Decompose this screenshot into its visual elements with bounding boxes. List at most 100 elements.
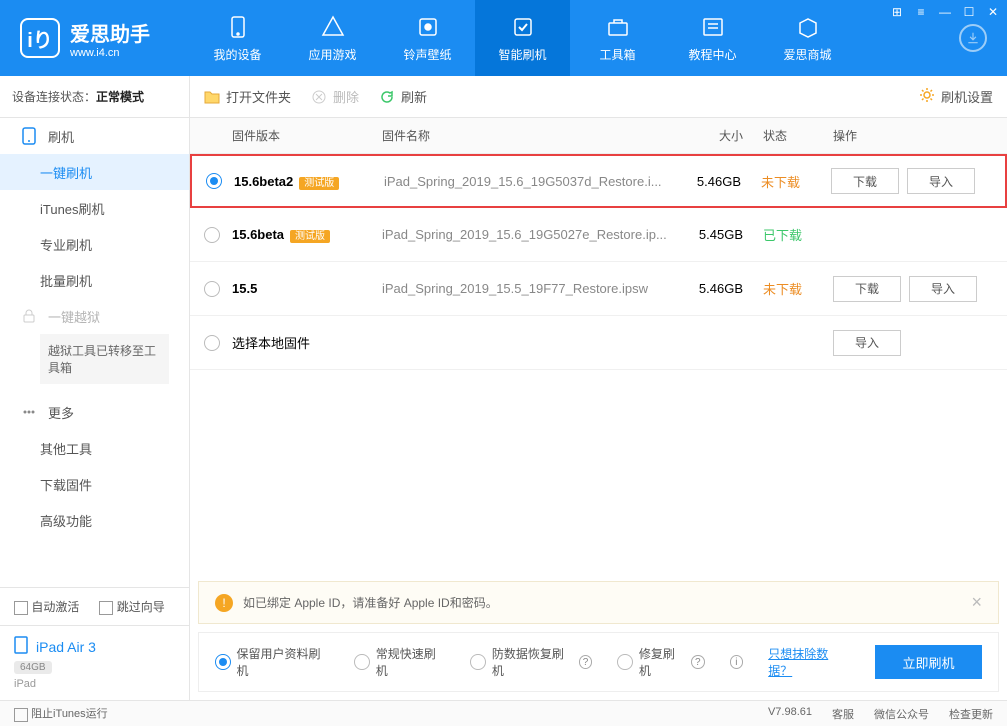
close-button[interactable]: ✕ [985,4,1001,20]
skip-guide-checkbox[interactable]: 跳过向导 [99,598,164,615]
delete-button: 删除 [311,87,359,106]
flash-option-2[interactable]: 防数据恢复刷机? [470,645,592,679]
sidebar-item-1[interactable]: iTunes刷机 [0,190,189,226]
import-button[interactable]: 导入 [833,330,901,356]
nav-tab-2[interactable]: 铃声壁纸 [380,0,475,76]
app-subtitle: www.i4.cn [70,47,150,59]
flash-options: 保留用户资料刷机常规快速刷机防数据恢复刷机? 修复刷机? i 只想抹除数据？ 立即… [198,632,999,692]
sidebar-group-flash[interactable]: 刷机 [0,118,189,154]
maximize-button[interactable]: ☐ [961,4,977,20]
device-name: iPad Air 3 [36,639,96,655]
window-controls: ⊞ ≡ — ☐ ✕ [889,4,1001,20]
firmware-list: 15.6beta2测试版 iPad_Spring_2019_15.6_19G50… [190,154,1007,573]
local-firmware-row[interactable]: 选择本地固件 导入 [190,316,1007,370]
row-radio[interactable] [204,227,220,243]
info-icon[interactable]: ? [691,655,705,669]
nav-tab-4[interactable]: 工具箱 [570,0,665,76]
firmware-name: iPad_Spring_2019_15.6_19G5027e_Restore.i… [382,227,683,242]
list-icon[interactable]: ≡ [913,4,929,20]
tablet-icon [14,636,28,657]
options-row: 自动激活 跳过向导 [0,588,189,625]
firmware-name: iPad_Spring_2019_15.5_19F77_Restore.ipsw [382,281,683,296]
row-radio[interactable] [204,281,220,297]
nav-icon-6 [794,13,822,41]
refresh-button[interactable]: 刷新 [379,87,427,106]
flash-option-3[interactable]: 修复刷机? [617,645,704,679]
firmware-name: iPad_Spring_2019_15.6_19G5037d_Restore.i… [384,174,681,189]
erase-data-link[interactable]: 只想抹除数据？ [768,645,850,679]
sidebar-more-1[interactable]: 下载固件 [0,466,189,502]
stop-itunes-checkbox[interactable]: 阻止iTunes运行 [14,705,108,721]
menu-icon[interactable]: ⊞ [889,4,905,20]
nav-tab-1[interactable]: 应用游戏 [285,0,380,76]
delete-icon [311,89,327,105]
firmware-status: 已下载 [763,225,833,244]
col-version: 固件版本 [232,127,382,144]
info-icon[interactable]: ? [579,655,593,669]
col-size: 大小 [683,127,763,144]
row-radio[interactable] [206,173,222,189]
col-name: 固件名称 [382,127,683,144]
flash-option-0[interactable]: 保留用户资料刷机 [215,645,329,679]
firmware-row[interactable]: 15.5 iPad_Spring_2019_15.5_19F77_Restore… [190,262,1007,316]
lock-icon [20,307,38,325]
nav-tab-5[interactable]: 教程中心 [665,0,760,76]
sidebar-group-jailbreak: 一键越狱 [0,298,189,334]
sidebar-item-2[interactable]: 专业刷机 [0,226,189,262]
folder-icon [204,89,220,105]
more-icon [20,403,38,421]
firmware-status: 未下载 [761,172,831,191]
open-folder-button[interactable]: 打开文件夹 [204,87,291,106]
app-title: 爱思助手 [70,18,150,47]
sidebar-item-0[interactable]: 一键刷机 [0,154,189,190]
import-button[interactable]: 导入 [909,276,977,302]
download-button[interactable]: 下载 [831,168,899,194]
refresh-icon [379,89,395,105]
minimize-button[interactable]: — [937,4,953,20]
nav-tabs: 我的设备应用游戏铃声壁纸智能刷机工具箱教程中心爱思商城 [190,0,959,76]
import-button[interactable]: 导入 [907,168,975,194]
nav-tab-3[interactable]: 智能刷机 [475,0,570,76]
version-label: V7.98.61 [768,706,812,722]
check-update-link[interactable]: 检查更新 [949,706,993,722]
firmware-size: 5.46GB [683,281,763,296]
notice-bar: ! 如已绑定 Apple ID，请准备好 Apple ID和密码。 × [198,581,999,624]
nav-icon-3 [509,13,537,41]
download-button[interactable] [959,24,987,52]
flash-option-1[interactable]: 常规快速刷机 [354,645,445,679]
toolbar: 打开文件夹 删除 刷新 刷机设置 [190,76,1007,118]
sidebar-item-3[interactable]: 批量刷机 [0,262,189,298]
nav-icon-0 [224,13,252,41]
auto-activate-checkbox[interactable]: 自动激活 [14,598,79,615]
download-button[interactable]: 下载 [833,276,901,302]
support-link[interactable]: 客服 [832,706,854,722]
flash-now-button[interactable]: 立即刷机 [875,645,982,679]
firmware-size: 5.46GB [681,174,761,189]
wechat-link[interactable]: 微信公众号 [874,706,929,722]
firmware-row[interactable]: 15.6beta测试版 iPad_Spring_2019_15.6_19G502… [190,208,1007,262]
firmware-size: 5.45GB [683,227,763,242]
notice-close-button[interactable]: × [971,592,982,613]
app-logo: iり 爱思助手 www.i4.cn [0,18,190,59]
sidebar-group-more[interactable]: 更多 [0,394,189,430]
row-radio[interactable] [204,335,220,351]
warning-icon: ! [215,594,233,612]
sidebar-more-0[interactable]: 其他工具 [0,430,189,466]
gear-icon [919,87,935,106]
nav-tab-0[interactable]: 我的设备 [190,0,285,76]
sidebar-more-2[interactable]: 高级功能 [0,502,189,538]
nav-tab-6[interactable]: 爱思商城 [760,0,855,76]
device-status: 设备连接状态：正常模式 [0,76,189,118]
logo-icon: iり [20,18,60,58]
table-header: 固件版本 固件名称 大小 状态 操作 [190,118,1007,154]
device-info: iPad Air 3 64GB iPad [0,625,189,700]
firmware-status: 未下载 [763,279,833,298]
storage-badge: 64GB [14,661,52,674]
flash-settings-button[interactable]: 刷机设置 [919,87,993,106]
nav-icon-5 [699,13,727,41]
info-icon[interactable]: i [730,655,744,669]
main-panel: 打开文件夹 删除 刷新 刷机设置 固件版本 固件名称 大小 状态 操作 [190,76,1007,700]
firmware-row[interactable]: 15.6beta2测试版 iPad_Spring_2019_15.6_19G50… [190,154,1007,208]
notice-text: 如已绑定 Apple ID，请准备好 Apple ID和密码。 [243,594,498,611]
col-status: 状态 [763,127,833,144]
